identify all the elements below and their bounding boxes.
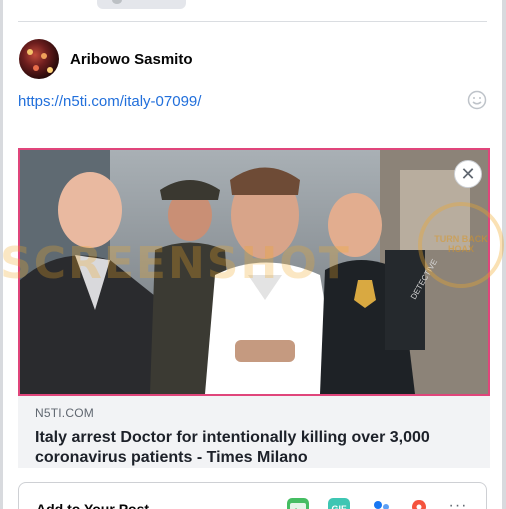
tag-people-icon[interactable] xyxy=(370,498,392,509)
emoji-icon[interactable] xyxy=(467,90,487,110)
add-to-post-label: Add to Your Post xyxy=(36,501,150,509)
audience-selector[interactable] xyxy=(97,0,186,9)
post-author: Aribowo Sasmito xyxy=(19,39,193,79)
turnbackhoax-badge: TURN BACK HOAX xyxy=(418,202,504,288)
audience-tabs xyxy=(3,0,502,22)
post-text-input[interactable]: https://n5ti.com/italy-07099/ xyxy=(18,93,201,110)
link-preview-meta[interactable]: N5TI.COM Italy arrest Doctor for intenti… xyxy=(18,396,490,468)
news-photo: DETECTIVE xyxy=(20,150,488,394)
location-pin-icon[interactable] xyxy=(408,498,430,509)
more-icon[interactable]: ··· xyxy=(447,497,469,509)
link-preview-image[interactable]: DETECTIVE ✕ xyxy=(18,148,490,396)
gif-icon[interactable]: GIF xyxy=(328,498,350,509)
link-domain: N5TI.COM xyxy=(35,406,94,420)
close-icon[interactable]: ✕ xyxy=(454,160,482,188)
photo-icon[interactable] xyxy=(287,498,309,509)
avatar[interactable] xyxy=(19,39,59,79)
author-name[interactable]: Aribowo Sasmito xyxy=(70,51,193,68)
link-title: Italy arrest Doctor for intentionally ki… xyxy=(35,429,430,466)
add-to-post-bar: Add to Your Post GIF ··· xyxy=(18,482,487,509)
header-divider xyxy=(18,21,487,22)
